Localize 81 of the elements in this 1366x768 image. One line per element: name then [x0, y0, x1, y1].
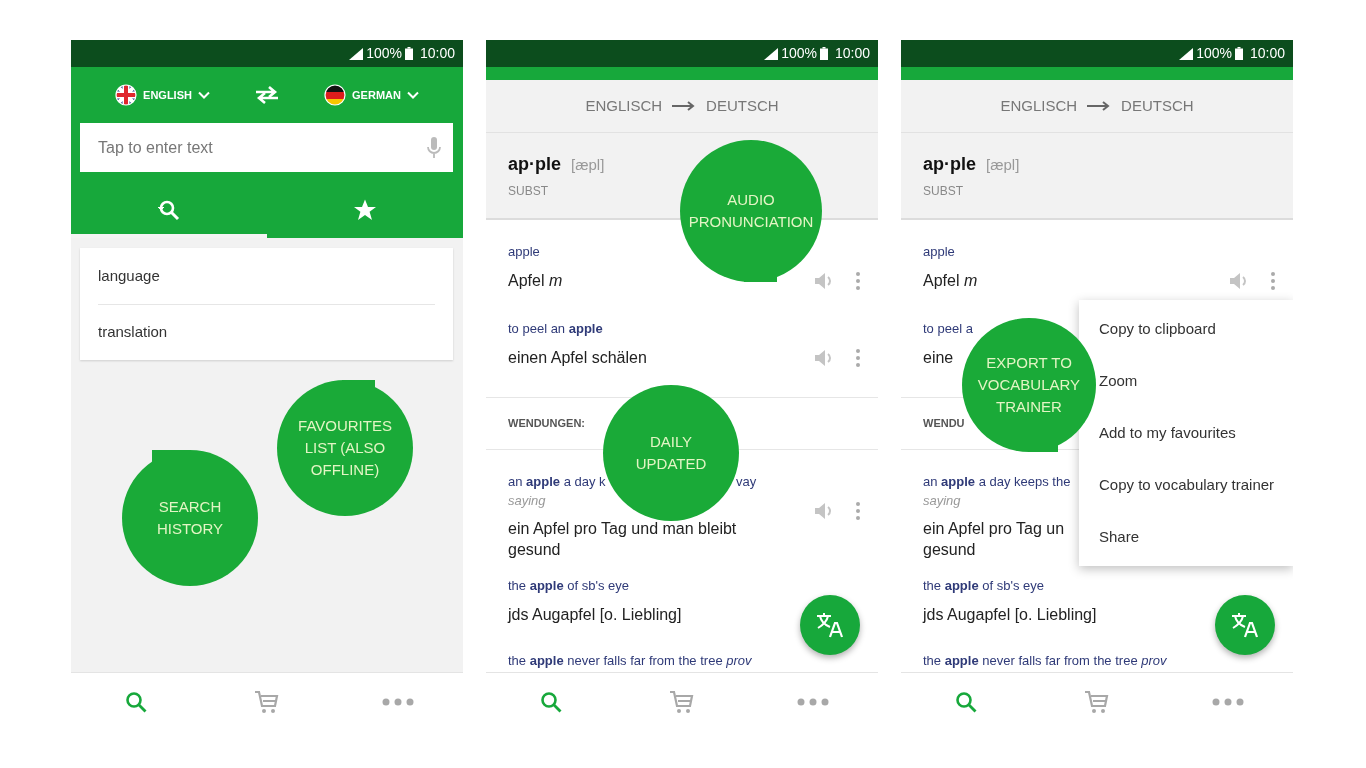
speaker-icon[interactable] [1229, 272, 1249, 290]
more-vertical-icon[interactable] [1271, 272, 1275, 290]
uk-flag-icon [115, 84, 138, 106]
part-of-speech: SUBST [923, 183, 964, 200]
translation: ein Apfel pro Tag und man bleibt gesund [508, 519, 738, 560]
cart-icon [1084, 688, 1110, 715]
source-phrase: apple [508, 243, 540, 261]
translation: Apfel m [923, 271, 978, 291]
target-language: DEUTSCH [706, 95, 779, 116]
more-vertical-icon[interactable] [856, 272, 860, 290]
search-icon [539, 689, 564, 714]
translation: Apfel m [508, 271, 563, 291]
battery-icon [404, 47, 413, 60]
history-item[interactable]: translation [98, 304, 435, 360]
more-icon [796, 697, 829, 706]
section-heading: WENDUNGEN: [508, 416, 585, 432]
source-language: ENGLISCH [1000, 95, 1078, 116]
source-phrase: an apple a day k [508, 473, 606, 491]
signal-icon [1179, 47, 1194, 60]
speaker-icon[interactable] [814, 349, 834, 367]
translation: jds Augapfel [o. Liebling] [923, 605, 1097, 625]
translation: jds Augapfel [o. Liebling] [508, 605, 682, 625]
headword: ap·ple [508, 153, 561, 176]
pronunciation: [æpl] [571, 155, 605, 175]
cart-icon [669, 688, 695, 715]
more-vertical-icon[interactable] [856, 502, 860, 520]
battery-level: 100% [1196, 44, 1232, 63]
arrow-right-icon [672, 101, 697, 111]
battery-icon [1234, 47, 1243, 60]
source-phrase: the apple of sb's eye [923, 577, 1044, 595]
swap-icon[interactable] [254, 84, 280, 106]
search-icon [954, 689, 979, 714]
usage-note: saying [923, 492, 961, 510]
pronunciation: [æpl] [986, 155, 1020, 175]
cart-icon [254, 688, 280, 715]
translate-button[interactable] [800, 595, 860, 655]
battery-level: 100% [781, 44, 817, 63]
chevron-down-icon [406, 91, 419, 99]
source-phrase: the apple of sb's eye [508, 577, 629, 595]
battery-level: 100% [366, 44, 402, 63]
translate-button[interactable] [1215, 595, 1275, 655]
battery-icon [819, 47, 828, 60]
chevron-down-icon [197, 91, 210, 99]
source-language: ENGLISCH [585, 95, 663, 116]
source-phrase: the apple never falls far from the tree prov [508, 652, 752, 670]
usage-note: saying [508, 492, 546, 510]
menu-item[interactable]: Copy to vocabulary trainer [1079, 459, 1293, 511]
german-flag-icon [324, 84, 347, 106]
menu-item[interactable]: Add to my favourites [1079, 407, 1293, 459]
source-phrase: apple [923, 243, 955, 261]
arrow-right-icon [1087, 101, 1112, 111]
headword: ap·ple [923, 153, 976, 176]
source-phrase: vay [736, 473, 757, 491]
target-language: DEUTSCH [1121, 95, 1194, 116]
clock: 10:00 [419, 44, 455, 63]
signal-icon [764, 47, 779, 60]
more-icon [1211, 697, 1244, 706]
source-phrase: an apple a day keeps the [923, 473, 1071, 491]
more-icon [381, 697, 414, 706]
translation: eine [923, 348, 954, 368]
clock: 10:00 [1249, 44, 1285, 63]
translation: ein Apfel pro Tag un [923, 519, 1065, 539]
search-bar[interactable]: Tap to enter text [80, 123, 453, 172]
translate-icon [816, 612, 844, 638]
more-vertical-icon[interactable] [856, 349, 860, 367]
translation: einen Apfel schälen [508, 348, 647, 368]
menu-item[interactable]: Copy to clipboard [1079, 303, 1293, 355]
microphone-icon [427, 136, 441, 159]
source-phrase: to peel a [923, 320, 973, 338]
search-icon [124, 689, 149, 714]
signal-icon [349, 47, 364, 60]
source-phrase: the apple never falls far from the tree prov [923, 652, 1167, 670]
translation: gesund [923, 540, 976, 560]
clock: 10:00 [834, 44, 870, 63]
menu-item[interactable]: Share [1079, 511, 1293, 563]
section-heading: WENDU [923, 416, 965, 432]
history-item[interactable]: language [98, 248, 435, 304]
speaker-icon[interactable] [814, 502, 834, 520]
source-phrase: to peel an apple [508, 320, 603, 338]
translate-icon [1231, 612, 1259, 638]
speaker-icon[interactable] [814, 272, 834, 290]
